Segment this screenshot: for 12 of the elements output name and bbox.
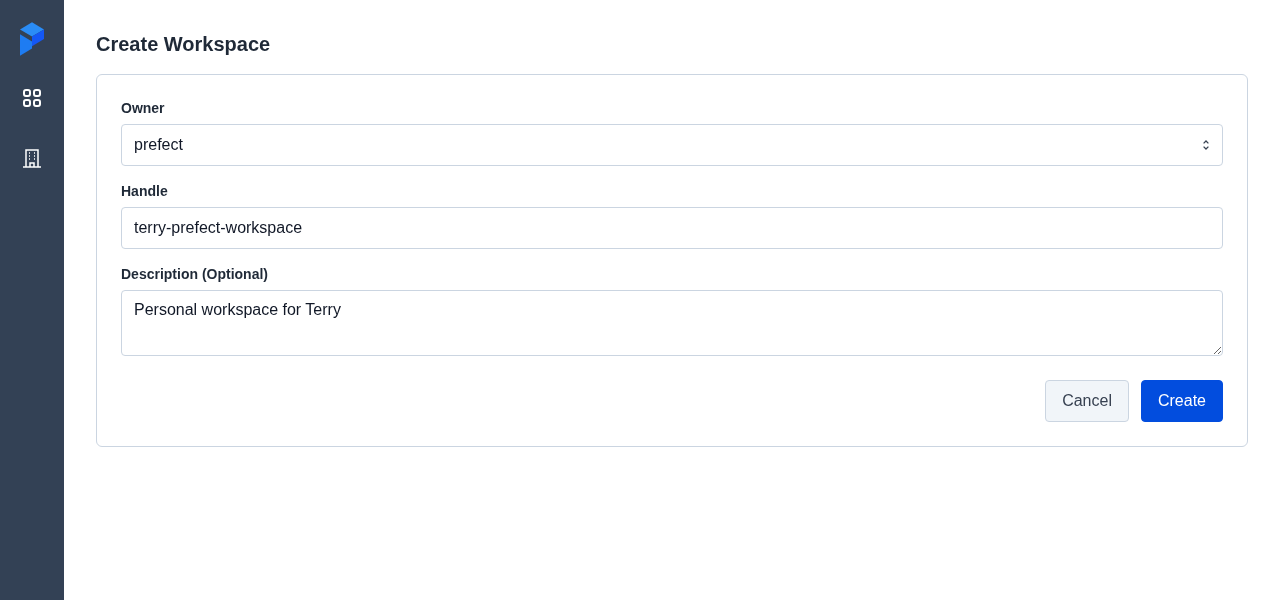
create-button[interactable]: Create bbox=[1140, 380, 1223, 422]
field-label: Description (Optional) bbox=[121, 265, 269, 283]
cancel-button[interactable]: Cancel bbox=[1045, 380, 1129, 422]
field-label: Handle bbox=[121, 182, 169, 200]
grid-icon[interactable] bbox=[22, 88, 42, 108]
page-title: Create Workspace bbox=[96, 33, 272, 56]
chevron-icon bbox=[1202, 139, 1210, 151]
text-field[interactable]: terry-prefect-workspace bbox=[121, 207, 1223, 249]
owner-select[interactable]: prefect bbox=[121, 124, 1223, 166]
field-label: Owner bbox=[121, 99, 166, 117]
description-field[interactable]: Personal workspace for Terry bbox=[121, 290, 1223, 356]
building-icon[interactable] bbox=[22, 148, 42, 168]
